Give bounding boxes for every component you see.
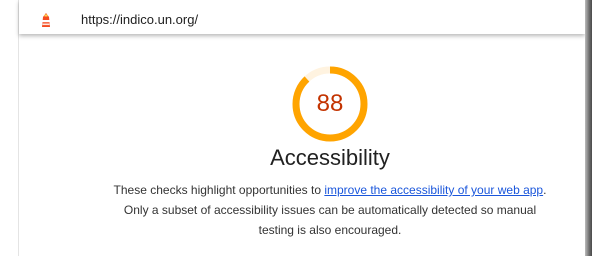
score-value: 88 <box>316 90 344 117</box>
window-edge <box>585 0 592 256</box>
description-text-before: These checks highlight opportunities to <box>113 183 325 197</box>
url-bar: https://indico.un.org/ <box>19 0 585 34</box>
accessibility-link[interactable]: improve the accessibility of your web ap… <box>324 183 543 197</box>
report-frame: https://indico.un.org/ 88 Accessibility … <box>0 0 592 256</box>
left-divider <box>18 0 19 256</box>
lighthouse-icon <box>39 12 53 28</box>
category-title: Accessibility <box>270 145 390 170</box>
category-description: These checks highlight opportunities to … <box>108 180 552 240</box>
score-gauge: 88 <box>290 64 370 144</box>
page-url-link[interactable]: https://indico.un.org/ <box>81 12 198 28</box>
